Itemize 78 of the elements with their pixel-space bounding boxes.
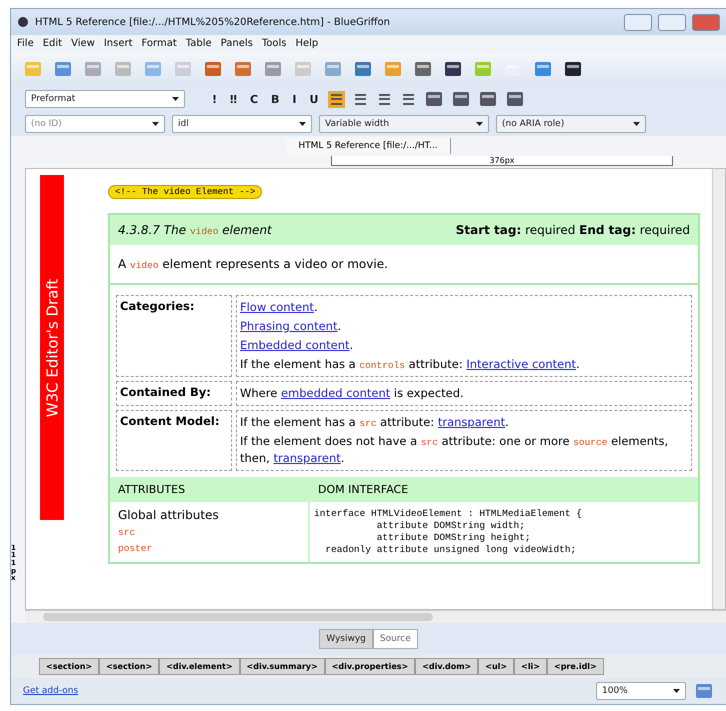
width-select[interactable]: Variable width [319,115,489,133]
link[interactable]: Flow content [240,300,314,314]
link[interactable]: Phrasing content [240,319,338,333]
breadcrumb[interactable]: <div.properties> [324,658,416,675]
menu-item[interactable]: File [17,38,34,49]
link[interactable]: Interactive content [466,357,576,371]
property-text: Where embedded content is expected. [240,385,465,402]
property-text: Embedded content. [240,337,354,354]
menu-item[interactable]: Help [295,38,318,49]
breadcrumb[interactable]: <pre.idl> [547,658,604,675]
close-button[interactable] [692,14,720,30]
comment-marker[interactable]: <!-- The video Element --> [108,185,262,199]
link[interactable]: transparent [273,451,341,465]
link[interactable]: transparent [438,415,506,429]
format-button[interactable]: C [246,92,262,106]
list-button[interactable] [328,90,346,108]
property-label: Content Model: [116,410,232,471]
description-text: A video element represents a video or movie. [110,245,698,285]
breadcrumb[interactable]: <li> [514,658,547,675]
add-ons-link[interactable]: Get add-ons [23,686,588,696]
app-logo-icon [17,16,29,28]
paragraph-style-select[interactable]: Preformat [25,90,185,108]
caret-icon [172,97,179,101]
zoom-select[interactable]: 100% [596,682,686,700]
property-text: If the element has a src attribute: transparent. [240,414,510,431]
view-tab[interactable]: Wysiwyg [319,629,373,649]
format-button[interactable]: ! [209,92,220,106]
section-heading: 4.3.8.7 The video element [118,223,272,237]
vertical-scrollbar[interactable] [712,169,725,609]
menu-item[interactable]: Tools [262,38,286,49]
id-select[interactable]: (no ID) [25,115,165,133]
link[interactable]: Embedded content [240,338,350,352]
menu-item[interactable]: Edit [42,38,62,49]
format-button[interactable]: B [268,92,282,106]
caret-icon [673,689,680,693]
menu-item[interactable]: Panels [220,38,253,49]
caret-icon [152,122,159,126]
format-button[interactable]: ‼ [227,92,240,106]
window-title: HTML 5 Reference [file:/.../HTML%205%20Reference.htm] - BlueGriffon [35,16,392,28]
caret-icon [633,122,640,126]
property-text: Phrasing content. [240,318,342,335]
property-text: Flow content. [240,299,319,316]
format-button[interactable]: I [289,92,300,106]
dom-interface-heading: DOM INTERFACE [318,483,410,496]
attributes-heading: ATTRIBUTES [118,483,186,496]
property-text: If the element does not have a src attribute: one or more source elements, then, transparent. [240,433,670,467]
property-label: Contained By: [116,381,232,406]
format-button[interactable]: U [306,92,322,106]
breadcrumb[interactable]: <ul> [478,658,514,675]
menu-item[interactable]: Insert [104,38,133,49]
horizontal-scrollbar[interactable] [25,610,726,623]
breadcrumb[interactable]: <div.summary> [240,658,325,675]
attribute-name: src [118,527,136,538]
breadcrumb[interactable]: <section> [39,658,100,675]
menu-item[interactable]: View [71,38,95,49]
link[interactable]: embedded content [280,386,390,400]
breadcrumb[interactable]: <div.element> [159,658,240,675]
width-ruler: 376px [331,156,673,166]
maximize-button[interactable] [658,14,686,30]
property-label: Categories: [116,295,232,377]
attribute-text: Global attributes [118,508,220,522]
document-tab[interactable]: HTML 5 Reference [file:/.../HT... [286,138,451,154]
breadcrumb[interactable]: <section> [99,658,160,675]
menu-item[interactable]: Format [142,38,177,49]
minimize-button[interactable] [624,14,652,30]
idl-code: interface HTMLVideoElement : HTMLMediaElement { attribute DOMString width; attribute DOMString height; readonly attribute unsigned long videoWidth; [313,507,583,557]
caret-icon [476,122,483,126]
property-text: If the element has a controls attribute: Interactive content. [240,356,581,373]
breadcrumb[interactable]: <div.dom> [415,658,478,675]
attribute-name: poster [118,543,154,554]
menu-item[interactable]: Table [186,38,212,49]
caret-icon [299,122,306,126]
scroll-thumb[interactable] [43,613,433,621]
view-tab[interactable]: Source [372,629,418,649]
aria-role-select[interactable]: (no ARIA role) [496,115,646,133]
tag-requirements: Start tag: required End tag: required [456,223,690,237]
class-select[interactable]: idl [172,115,312,133]
draft-banner-text: W3C Editor's Draft [43,278,61,417]
